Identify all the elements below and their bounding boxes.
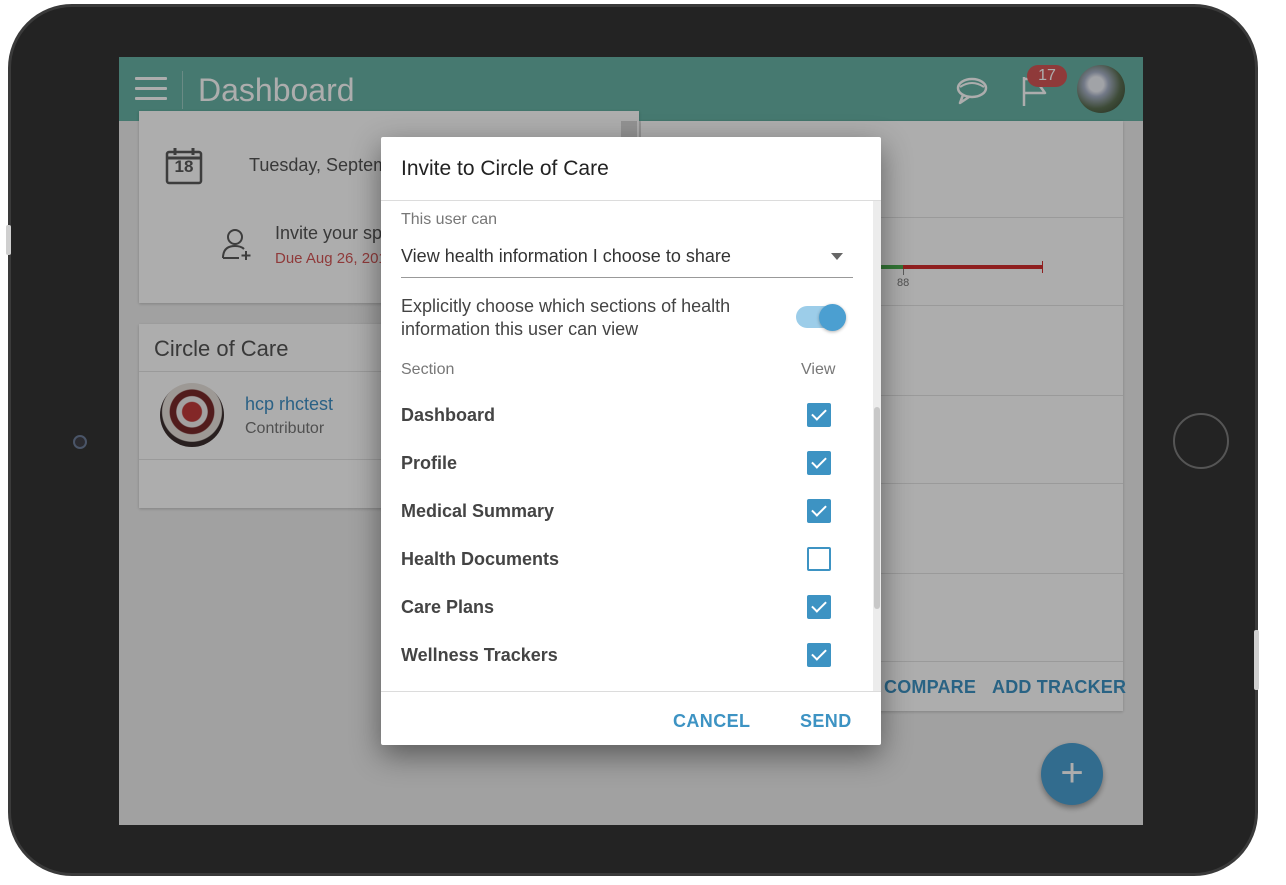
permission-label: This user can bbox=[401, 211, 498, 228]
side-button bbox=[1254, 630, 1259, 690]
view-checkbox[interactable] bbox=[807, 595, 831, 619]
view-checkbox[interactable] bbox=[807, 643, 831, 667]
column-header-view: View bbox=[801, 361, 836, 378]
dropdown-arrow-icon[interactable] bbox=[831, 253, 843, 260]
section-row: Profile bbox=[381, 441, 861, 489]
send-button[interactable]: SEND bbox=[800, 711, 852, 732]
section-row: Care Plans bbox=[381, 585, 861, 633]
view-checkbox[interactable] bbox=[807, 451, 831, 475]
view-checkbox[interactable] bbox=[807, 547, 831, 571]
side-button bbox=[6, 225, 11, 255]
section-row: Health Documents bbox=[381, 537, 861, 585]
dialog-divider bbox=[381, 200, 881, 201]
section-row: Medical Summary bbox=[381, 489, 861, 537]
view-checkbox[interactable] bbox=[807, 403, 831, 427]
home-button[interactable] bbox=[1173, 413, 1229, 469]
dialog-title: Invite to Circle of Care bbox=[401, 157, 609, 180]
camera-icon bbox=[73, 435, 87, 449]
view-checkbox[interactable] bbox=[807, 499, 831, 523]
section-label: Health Documents bbox=[401, 549, 560, 569]
column-header-section: Section bbox=[401, 361, 455, 378]
dialog-divider bbox=[381, 691, 881, 692]
section-label: Dashboard bbox=[401, 405, 496, 425]
section-label: Medical Summary bbox=[401, 501, 555, 521]
section-label: Profile bbox=[401, 453, 458, 473]
select-underline bbox=[401, 277, 853, 278]
screen: Dashboard 17 18 Tuesday, Septembe Invite… bbox=[119, 57, 1143, 825]
section-row: Wellness Trackers bbox=[381, 633, 861, 681]
cancel-button[interactable]: CANCEL bbox=[673, 711, 750, 732]
dialog-scroll-thumb[interactable] bbox=[874, 407, 880, 609]
section-label: Wellness Trackers bbox=[401, 645, 558, 665]
invite-dialog: Invite to Circle of Care This user can V… bbox=[381, 137, 881, 745]
permission-select[interactable]: View health information I choose to shar… bbox=[401, 246, 731, 267]
section-row: Dashboard bbox=[381, 393, 861, 441]
toggle-thumb[interactable] bbox=[819, 304, 846, 331]
toggle-label: Explicitly choose which sections of heal… bbox=[401, 296, 731, 339]
section-label: Care Plans bbox=[401, 597, 495, 617]
